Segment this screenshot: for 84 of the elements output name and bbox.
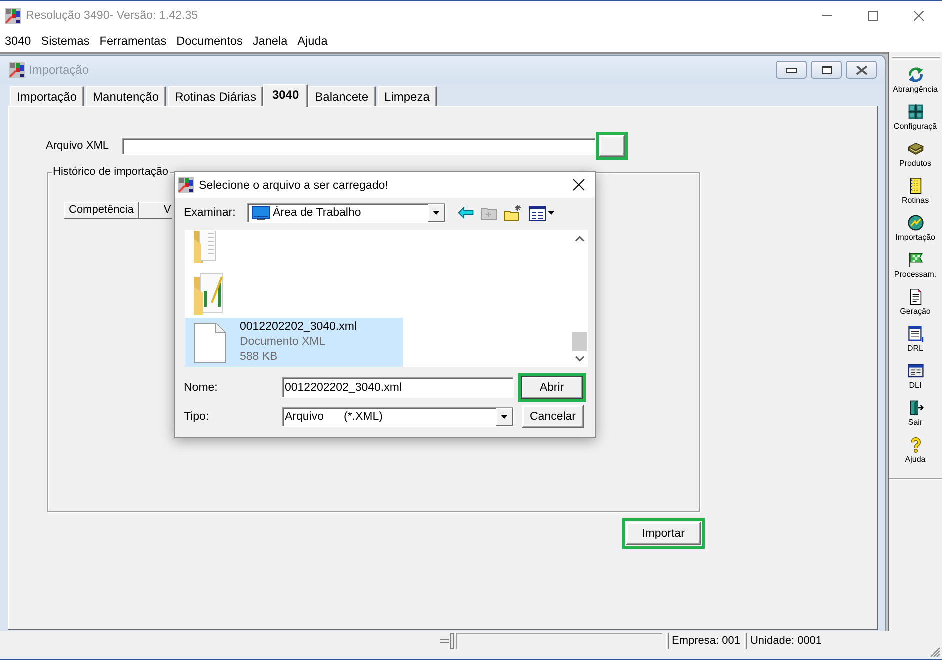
toolbar-button[interactable]: Configuraçã	[890, 104, 942, 141]
menu-item[interactable]: Documentos	[172, 31, 248, 51]
file-name-input[interactable]: 0012202202_3040.xml	[282, 377, 514, 398]
status-text: Unidade: 0001	[750, 634, 822, 649]
grid-icon	[908, 104, 924, 120]
field-label: Examinar:	[184, 207, 237, 219]
notepad-icon	[908, 178, 924, 194]
scrollbar-thumb[interactable]	[572, 332, 587, 351]
caret-icon	[433, 211, 440, 215]
grip-icon	[440, 633, 454, 649]
close-icon	[856, 66, 868, 74]
toolbar-button[interactable]: DRL	[890, 326, 942, 363]
close-icon	[572, 179, 584, 191]
book-icon	[908, 141, 924, 157]
app-icon	[178, 177, 194, 193]
close-button[interactable]	[846, 61, 877, 79]
dialog-title: Selecione o arquivo a ser carregado!	[199, 178, 388, 192]
toolbar-button[interactable]: Abrangência	[890, 67, 942, 104]
file-type-select[interactable]: Arquivo (*.XML)	[282, 406, 514, 426]
window-title: Importação	[29, 63, 90, 77]
toolbar-button[interactable]: Importação	[890, 215, 942, 252]
file-icon	[194, 322, 226, 362]
list-document-icon	[908, 326, 924, 342]
tab[interactable]: Balancete	[308, 86, 376, 106]
toolbar-button[interactable]: Rotinas	[890, 178, 942, 215]
menu-item[interactable]: Sistemas	[36, 31, 95, 51]
open-button[interactable]: Abrir	[521, 376, 583, 399]
minimize-icon	[786, 68, 797, 72]
group-title: Histórico de importação	[52, 166, 170, 179]
minimize-icon	[822, 15, 832, 16]
look-in-combo[interactable]: Área de Trabalho	[247, 203, 446, 223]
dropdown-button[interactable]	[496, 408, 513, 426]
exit-door-icon	[908, 400, 924, 416]
field-label: Nome:	[184, 382, 219, 394]
tab[interactable]: Limpeza	[378, 86, 437, 106]
grip-icon	[892, 56, 940, 60]
chevron-down-icon[interactable]	[574, 356, 584, 362]
close-icon	[914, 10, 924, 20]
file-name: 0012202202_3040.xml	[240, 320, 358, 335]
cancel-button[interactable]: Cancelar	[522, 405, 584, 428]
window-icon	[908, 363, 924, 379]
view-menu-icon[interactable]	[529, 206, 555, 220]
restore-button[interactable]	[811, 61, 842, 79]
minimize-button[interactable]	[776, 61, 807, 79]
file-size-text: 588 KB	[240, 350, 279, 365]
file-type-text: Documento XML	[240, 335, 327, 350]
toolbar-button[interactable]: Ajuda	[890, 437, 942, 474]
refresh-icon	[908, 67, 924, 83]
status-text: Empresa: 001	[672, 634, 740, 649]
back-arrow-icon[interactable]	[458, 207, 474, 219]
tab[interactable]: Manutenção	[86, 86, 166, 106]
toolbar-button[interactable]: DLI	[890, 363, 942, 400]
monitor-icon	[908, 215, 924, 231]
app-icon	[9, 62, 25, 78]
desktop-icon	[252, 206, 270, 220]
tab[interactable]: Rotinas Diárias	[168, 86, 264, 106]
caret-icon	[501, 414, 508, 418]
column-header[interactable]: Competência	[64, 202, 139, 219]
resize-grip-icon	[930, 647, 941, 658]
app-icon	[5, 8, 21, 24]
toolbar-button[interactable]: Processam.	[890, 252, 942, 289]
file-item[interactable]: 0012202202_3040.xml Documento XML 588 KB	[185, 318, 403, 367]
menu-item[interactable]: 3040	[0, 31, 36, 51]
import-button[interactable]: Importar	[626, 522, 701, 545]
restore-icon	[822, 66, 832, 74]
column-header[interactable]: V	[138, 202, 172, 219]
window-title: Resolução 3490- Versão: 1.42.35	[26, 9, 198, 22]
dropdown-button[interactable]	[428, 204, 445, 222]
toolbar-button[interactable]: Produtos	[890, 141, 942, 178]
toolbar-button[interactable]: Sair	[890, 400, 942, 437]
toolbar-button[interactable]: Geração	[890, 289, 942, 326]
menu-item[interactable]: Ajuda	[292, 31, 333, 51]
tab[interactable]: 3040	[263, 84, 308, 107]
flag-icon	[908, 252, 924, 268]
chevron-up-icon[interactable]	[574, 236, 584, 242]
document-icon	[908, 289, 924, 305]
maximize-icon	[868, 10, 878, 20]
menu-item[interactable]: Janela	[248, 31, 293, 51]
xml-file-input[interactable]	[122, 138, 596, 154]
field-label: Tipo:	[184, 410, 210, 422]
menu-item[interactable]: Ferramentas	[94, 31, 172, 51]
field-label: Arquivo XML	[46, 140, 110, 152]
new-folder-icon[interactable]	[504, 205, 522, 221]
tab[interactable]: Importação	[10, 86, 84, 106]
